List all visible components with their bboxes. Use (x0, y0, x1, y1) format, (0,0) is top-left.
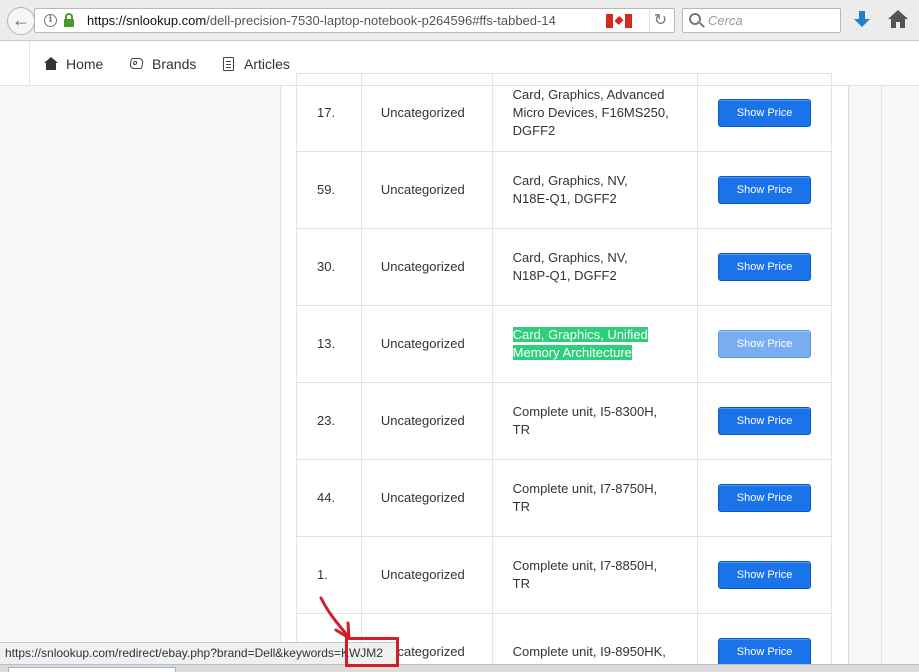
desc-line: TR (512, 499, 531, 514)
row-category: Uncategorized (360, 73, 493, 152)
desc-line: Complete unit, I9-8950HK, (512, 644, 666, 659)
nav-label-articles: Articles (244, 55, 290, 72)
lock-icon[interactable] (64, 13, 74, 27)
browser-toolbar: ← i https://snlookup.com/dell-precision-… (0, 0, 919, 41)
row-action: Show Price (697, 73, 832, 152)
annotation-arrow-icon (319, 596, 351, 640)
desc-line: DGFF2 (512, 122, 556, 138)
row-description: Complete unit, I7-8850H, TR (491, 536, 699, 614)
row-number: 30. (296, 228, 362, 306)
table-row: 59. Uncategorized Card, Graphics, NV, N18… (296, 151, 832, 229)
url-path: /dell-precision-7530-laptop-notebook-p26… (206, 13, 556, 28)
desc-line: Card, Graphics, Unified (512, 327, 648, 342)
row-number: 13. (296, 305, 362, 383)
row-action: Show Price (697, 459, 832, 537)
nav-item-brands[interactable]: Brands (129, 41, 197, 86)
row-action: Show Price (697, 536, 832, 614)
home-icon (44, 56, 58, 71)
row-category: Uncategorized (360, 305, 493, 383)
parts-table: 17. Uncategorized Card, Graphics, Advanc… (296, 73, 832, 672)
row-action: Show Price (697, 151, 832, 229)
row-action: Show Price (697, 382, 832, 460)
desc-line: N18E-Q1, DGFF2 (512, 191, 617, 206)
row-description: Card, Graphics, NV, N18E-Q1, DGFF2 (491, 151, 699, 229)
table-row: 30. Uncategorized Card, Graphics, NV, N18… (296, 228, 832, 306)
show-price-button[interactable]: Show Price (718, 330, 812, 358)
show-price-button[interactable]: Show Price (718, 176, 812, 204)
search-input[interactable] (708, 12, 836, 29)
canada-flag-icon[interactable] (606, 14, 632, 28)
row-category: Uncategorized (360, 228, 493, 306)
show-price-button[interactable]: Show Price (718, 638, 812, 666)
nav-label-brands: Brands (152, 55, 197, 72)
search-box[interactable] (682, 8, 841, 33)
table-row: 17. Uncategorized Card, Graphics, Advanc… (296, 73, 832, 152)
info-icon[interactable]: i (44, 14, 57, 27)
show-price-button[interactable]: Show Price (718, 484, 812, 512)
search-icon (689, 13, 701, 25)
back-arrow-icon: ← (12, 10, 30, 30)
desc-line: Complete unit, I7-8750H, (512, 481, 658, 496)
table-row: 44. Uncategorized Complete unit, I7-8750… (296, 459, 832, 537)
show-price-button[interactable]: Show Price (718, 561, 812, 589)
table-row: 13. Uncategorized Card, Graphics, Unifie… (296, 305, 832, 383)
row-category: Uncategorized (360, 151, 493, 229)
show-price-button[interactable]: Show Price (718, 407, 812, 435)
row-description: Card, Graphics, Advanced Micro Devices, F… (491, 73, 699, 152)
nav-divider (29, 41, 30, 86)
desc-line: Card, Graphics, NV, (512, 173, 628, 188)
row-category: Uncategorized (360, 382, 493, 460)
browser-window: ← i https://snlookup.com/dell-precision-… (0, 0, 919, 672)
table-row: 23. Uncategorized Complete unit, I5-8300… (296, 382, 832, 460)
row-number: 17. (296, 73, 362, 152)
desc-line: TR (512, 576, 531, 591)
row-action: Show Price (697, 228, 832, 306)
home-button[interactable] (887, 9, 909, 31)
address-bar[interactable]: i https://snlookup.com/dell-precision-75… (34, 8, 675, 33)
table-row: 1. Uncategorized Complete unit, I7-8850H… (296, 536, 832, 614)
desc-line: Micro Devices, F16MS250, (512, 104, 669, 120)
desc-line: Card, Graphics, NV, (512, 250, 628, 265)
desc-line: Card, Graphics, Advanced (512, 86, 665, 102)
url-text[interactable]: https://snlookup.com/dell-precision-7530… (87, 13, 556, 28)
left-sidebar (0, 86, 281, 672)
show-price-button[interactable]: Show Price (718, 253, 812, 281)
status-bar-link: https://snlookup.com/redirect/ebay.php?b… (0, 642, 398, 664)
download-icon[interactable] (851, 9, 873, 31)
row-number: 23. (296, 382, 362, 460)
reload-icon: ↻ (653, 12, 668, 29)
document-icon (222, 56, 236, 71)
row-description: Card, Graphics, NV, N18P-Q1, DGFF2 (491, 228, 699, 306)
nav-label-home: Home (66, 55, 104, 72)
desc-line: N18P-Q1, DGFF2 (512, 268, 617, 283)
row-action: Show Price (697, 305, 832, 383)
row-description: Complete unit, I5-8300H, TR (491, 382, 699, 460)
row-number: 59. (296, 151, 362, 229)
row-description: Complete unit, I7-8750H, TR (491, 459, 699, 537)
nav-item-articles[interactable]: Articles (222, 41, 290, 86)
bottom-tab[interactable] (8, 667, 176, 672)
url-host: https://snlookup.com (87, 13, 207, 28)
gutter-divider (881, 86, 882, 672)
row-category: Uncategorized (360, 459, 493, 537)
row-category: Uncategorized (360, 536, 493, 614)
desc-line: Memory Architecture (512, 345, 632, 360)
bottom-toolbar (0, 664, 919, 672)
reload-button[interactable]: ↻ (649, 10, 671, 32)
row-number: 44. (296, 459, 362, 537)
desc-line: TR (512, 422, 531, 437)
tag-icon (129, 57, 144, 71)
desc-line: Complete unit, I7-8850H, (512, 558, 658, 573)
show-price-button[interactable]: Show Price (718, 98, 812, 127)
right-gutter (849, 86, 919, 672)
back-button[interactable]: ← (7, 7, 35, 35)
desc-line: Complete unit, I5-8300H, (512, 404, 658, 419)
nav-item-home[interactable]: Home (44, 41, 103, 86)
row-description-selected: Card, Graphics, Unified Memory Architectu… (491, 305, 699, 383)
